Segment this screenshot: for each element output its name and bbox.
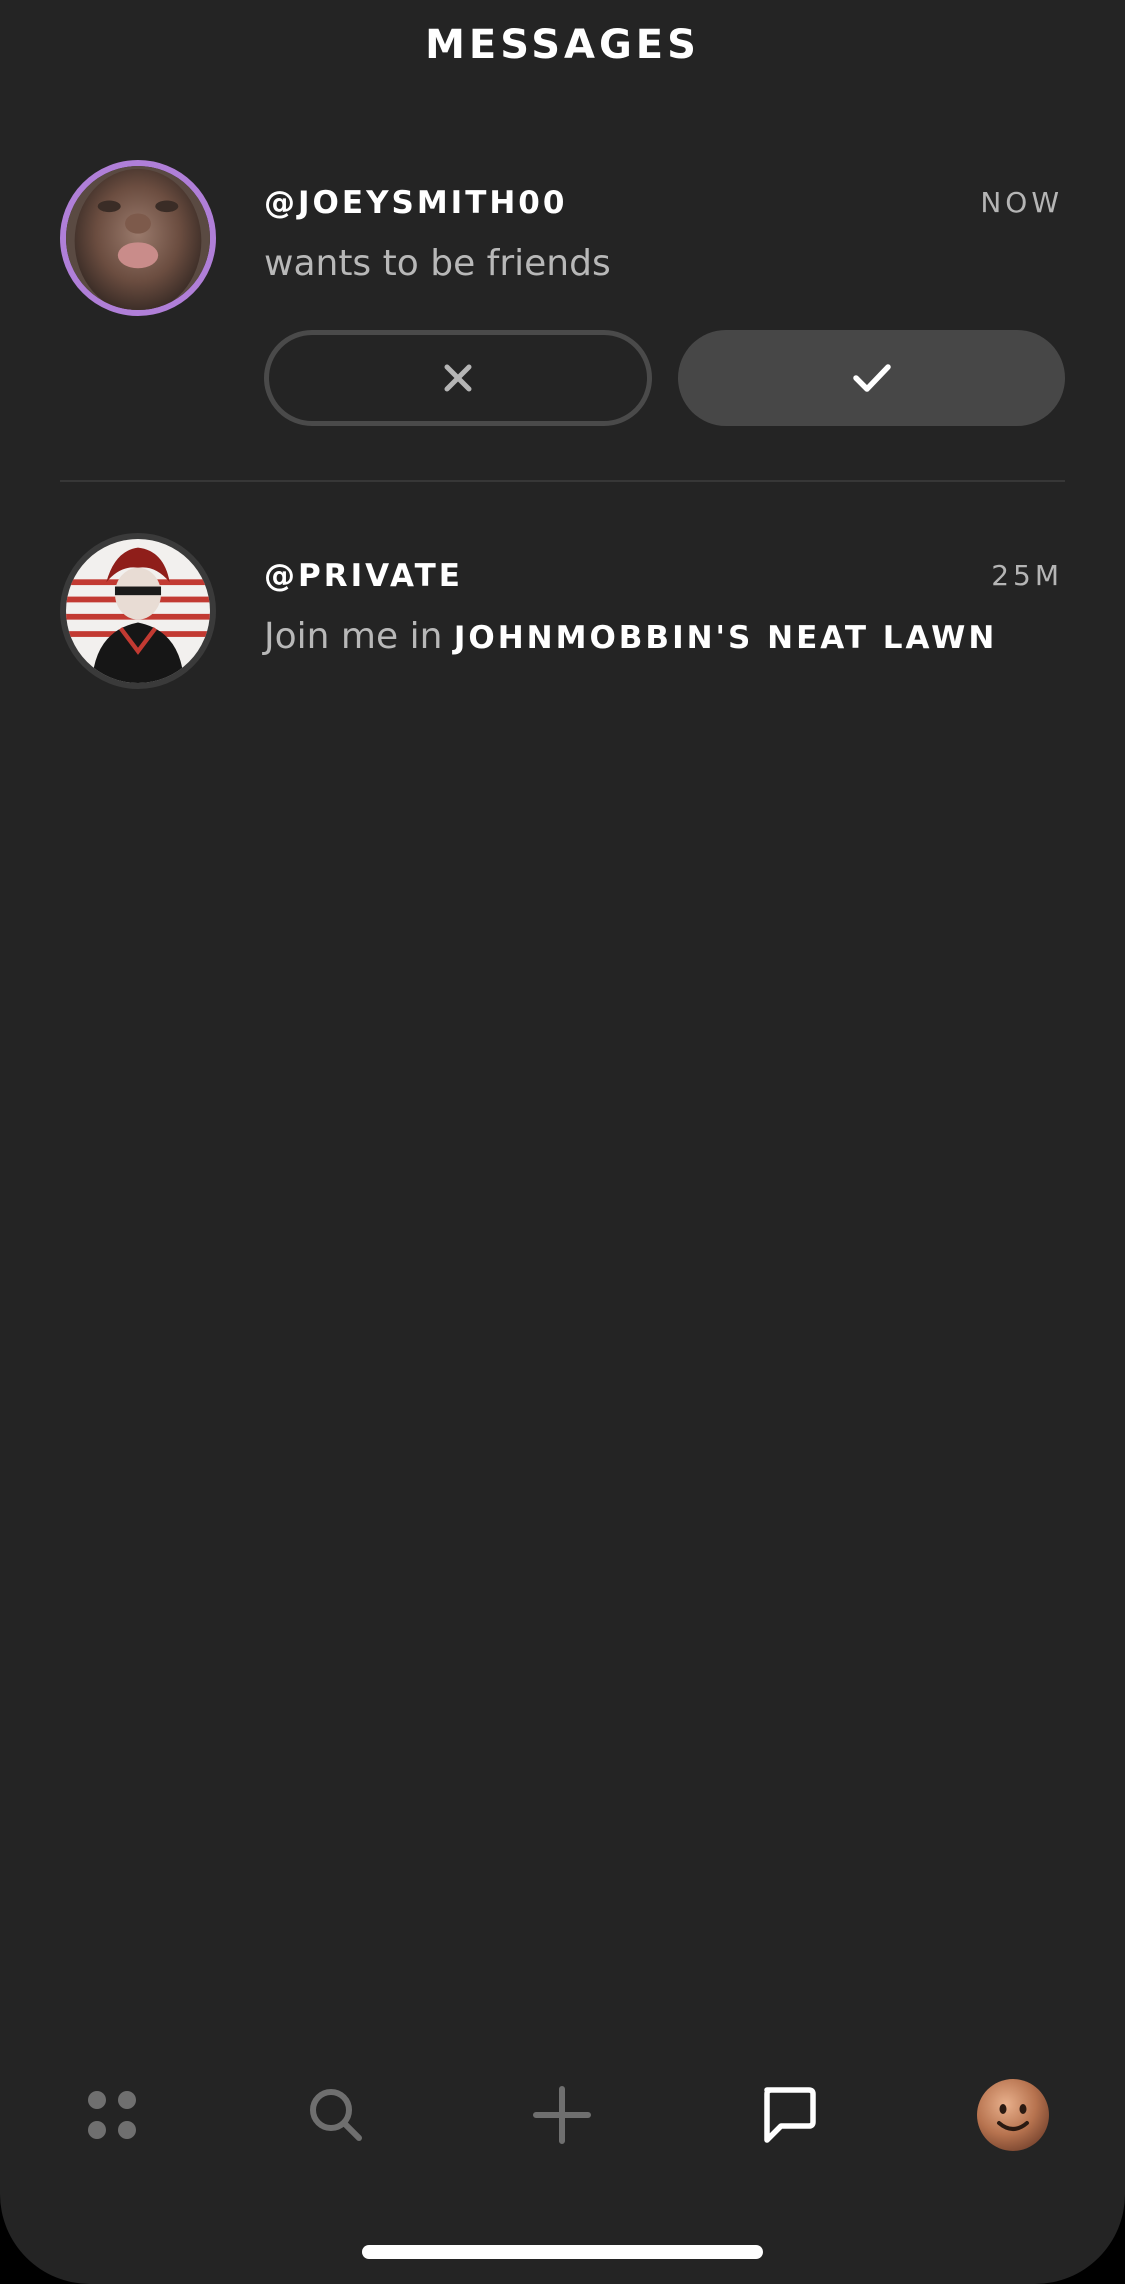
chat-bubble-icon xyxy=(764,2087,816,2143)
message-text[interactable]: Join me in JOHNMOBBIN'S NEAT LAWN xyxy=(264,616,997,657)
divider xyxy=(60,480,1065,482)
avatar-photo xyxy=(66,166,210,310)
tab-profile[interactable] xyxy=(958,2060,1068,2170)
avatar[interactable] xyxy=(60,160,216,316)
tab-home[interactable] xyxy=(57,2060,167,2170)
plus-icon xyxy=(533,2086,591,2144)
search-icon xyxy=(310,2089,362,2141)
invite-lawn-link[interactable]: JOHNMOBBIN'S NEAT LAWN xyxy=(454,620,997,656)
avatar-artwork xyxy=(66,539,210,683)
grid-icon xyxy=(88,2091,136,2139)
decline-button[interactable] xyxy=(264,330,652,426)
messages-screen: MESSAGES @JOEYSMITH00 NOW wants to be fr… xyxy=(0,0,1125,2284)
check-icon xyxy=(852,364,891,392)
avatar[interactable] xyxy=(60,533,216,689)
home-indicator[interactable] xyxy=(362,2245,763,2259)
sender-username[interactable]: @JOEYSMITH00 xyxy=(264,185,567,221)
close-icon xyxy=(444,364,472,392)
page-title: MESSAGES xyxy=(425,22,700,68)
message-timestamp: NOW xyxy=(980,186,1063,219)
tab-messages[interactable] xyxy=(733,2060,843,2170)
message-text: wants to be friends xyxy=(264,243,611,284)
tab-create[interactable] xyxy=(507,2060,617,2170)
message-timestamp: 25M xyxy=(991,559,1063,592)
profile-avatar-icon xyxy=(977,2079,1049,2151)
sender-username[interactable]: @PRIVATE xyxy=(264,558,463,594)
invite-prefix: Join me in xyxy=(264,616,454,657)
header: MESSAGES xyxy=(0,0,1125,100)
tab-search[interactable] xyxy=(281,2060,391,2170)
bottom-tab-bar xyxy=(0,2060,1125,2170)
accept-button[interactable] xyxy=(678,330,1065,426)
